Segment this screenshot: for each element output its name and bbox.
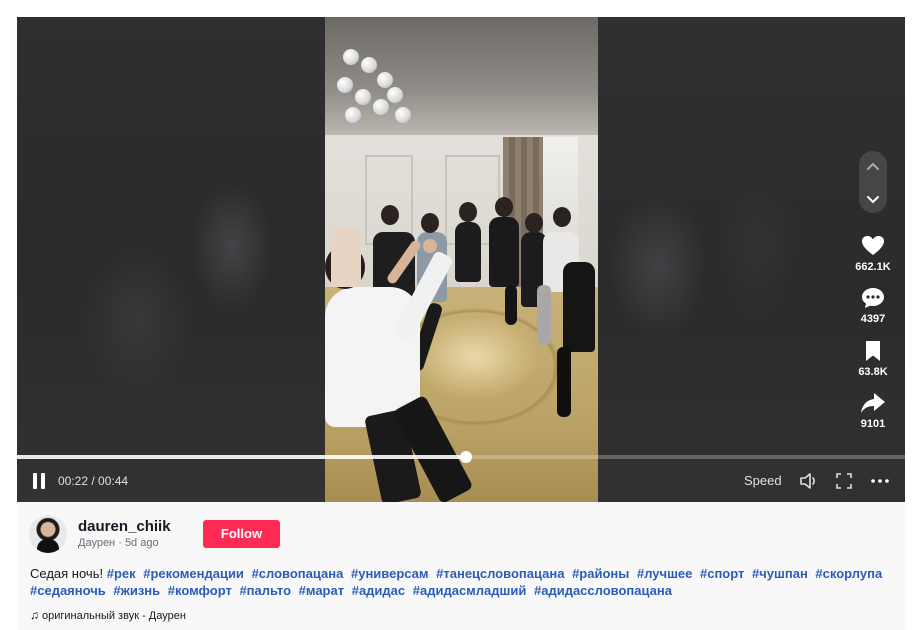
hashtag-link[interactable]: #рек xyxy=(107,566,136,581)
hashtag-link[interactable]: #рекомендации xyxy=(143,566,244,581)
hashtag-link[interactable]: #адидас xyxy=(352,583,405,598)
video-info: dauren_chiik Даурен · 5d ago Follow Седа… xyxy=(17,502,905,630)
blurred-background-left xyxy=(17,17,325,502)
hashtag-link[interactable]: #танецсловопацана xyxy=(436,566,564,581)
author-subline: Даурен · 5d ago xyxy=(78,537,159,549)
dancer xyxy=(455,222,481,282)
comment-icon[interactable] xyxy=(861,287,885,309)
hashtag-link[interactable]: #словопацана xyxy=(252,566,344,581)
hashtag-link[interactable]: #лучшее xyxy=(637,566,692,581)
chandelier-bulb xyxy=(355,89,371,105)
like-action[interactable]: 662.1K xyxy=(849,235,897,273)
separator-dot: · xyxy=(118,537,125,549)
music-note-icon: ♫ xyxy=(30,608,39,622)
chandelier-bulb xyxy=(373,99,389,115)
follow-button[interactable]: Follow xyxy=(203,520,280,548)
hashtag-link[interactable]: #спорт xyxy=(700,566,744,581)
volume-icon[interactable] xyxy=(799,472,819,490)
chandelier-bulb xyxy=(361,57,377,73)
caption-text: Седая ночь! xyxy=(30,566,104,581)
post-age: 5d ago xyxy=(124,537,159,549)
hashtag-link[interactable]: #скорлупа xyxy=(815,566,882,581)
hashtag-link[interactable]: #седаяночь xyxy=(30,583,106,598)
dancer-leg xyxy=(505,285,517,325)
share-icon[interactable] xyxy=(860,392,886,414)
hashtag-link[interactable]: #пальто xyxy=(239,583,291,598)
hashtag-link[interactable]: #чушпан xyxy=(752,566,808,581)
hashtag-link[interactable]: #жизнь xyxy=(113,583,160,598)
sound-link[interactable]: ♫ оригинальный звук - Даурен xyxy=(30,608,186,622)
caption: Седая ночь! #рек #рекомендации #словопац… xyxy=(30,565,890,599)
dancer xyxy=(489,217,519,287)
speed-button[interactable]: Speed xyxy=(744,473,782,488)
like-count: 662.1K xyxy=(855,261,891,273)
hashtag-link[interactable]: #комфорт xyxy=(168,583,232,598)
video-frame[interactable] xyxy=(325,17,598,502)
save-count: 63.8K xyxy=(858,366,888,378)
time-display: 00:22 / 00:44 xyxy=(58,474,129,488)
pause-icon[interactable] xyxy=(33,473,51,491)
more-icon[interactable] xyxy=(870,473,890,489)
share-count: 9101 xyxy=(860,418,886,430)
dancer xyxy=(331,227,361,287)
dancer-hand xyxy=(423,239,437,253)
chandelier-bulb xyxy=(395,107,411,123)
comment-action[interactable]: 4397 xyxy=(849,287,897,325)
save-action[interactable]: 63.8K xyxy=(849,340,897,378)
chandelier-bulb xyxy=(377,72,393,88)
author-username[interactable]: dauren_chiik xyxy=(78,518,171,535)
hashtag-list: #рек #рекомендации #словопацана #универс… xyxy=(30,566,886,598)
dancer-leg xyxy=(557,347,571,417)
heart-icon[interactable] xyxy=(861,235,885,257)
dancer-leg xyxy=(537,285,551,345)
chandelier-bulb xyxy=(343,49,359,65)
avatar[interactable] xyxy=(29,515,67,553)
chevron-down-icon[interactable] xyxy=(865,191,881,207)
hashtag-link[interactable]: #адидасмладший xyxy=(413,583,527,598)
dancer-head xyxy=(553,207,571,227)
bookmark-icon[interactable] xyxy=(863,340,883,362)
chandelier-bulb xyxy=(345,107,361,123)
comment-count: 4397 xyxy=(860,313,886,325)
dancer-head xyxy=(495,197,513,217)
hashtag-link[interactable]: #адидассловопацана xyxy=(534,583,672,598)
share-action[interactable]: 9101 xyxy=(849,392,897,430)
video-nav xyxy=(859,151,887,213)
dancer xyxy=(563,262,595,352)
progress-bar[interactable] xyxy=(17,451,905,463)
hashtag-link[interactable]: #районы xyxy=(572,566,629,581)
dancer-head xyxy=(525,213,543,233)
dancer-head xyxy=(381,205,399,225)
chandelier-bulb xyxy=(387,87,403,103)
chevron-up-icon[interactable] xyxy=(865,159,881,175)
author-display-name: Даурен xyxy=(78,537,116,549)
chandelier-bulb xyxy=(337,77,353,93)
fullscreen-icon[interactable] xyxy=(836,473,852,489)
video-player[interactable]: 662.1K 4397 63.8K 9101 00:22 / 00:44 Spe… xyxy=(17,17,905,502)
sound-label: оригинальный звук - Даурен xyxy=(42,610,186,622)
dancer-head xyxy=(421,213,439,233)
hashtag-link[interactable]: #универсам xyxy=(351,566,429,581)
progress-fill xyxy=(17,455,467,459)
dancer-head xyxy=(459,202,477,222)
video-scene-ceiling xyxy=(325,17,598,137)
hashtag-link[interactable]: #марат xyxy=(299,583,344,598)
